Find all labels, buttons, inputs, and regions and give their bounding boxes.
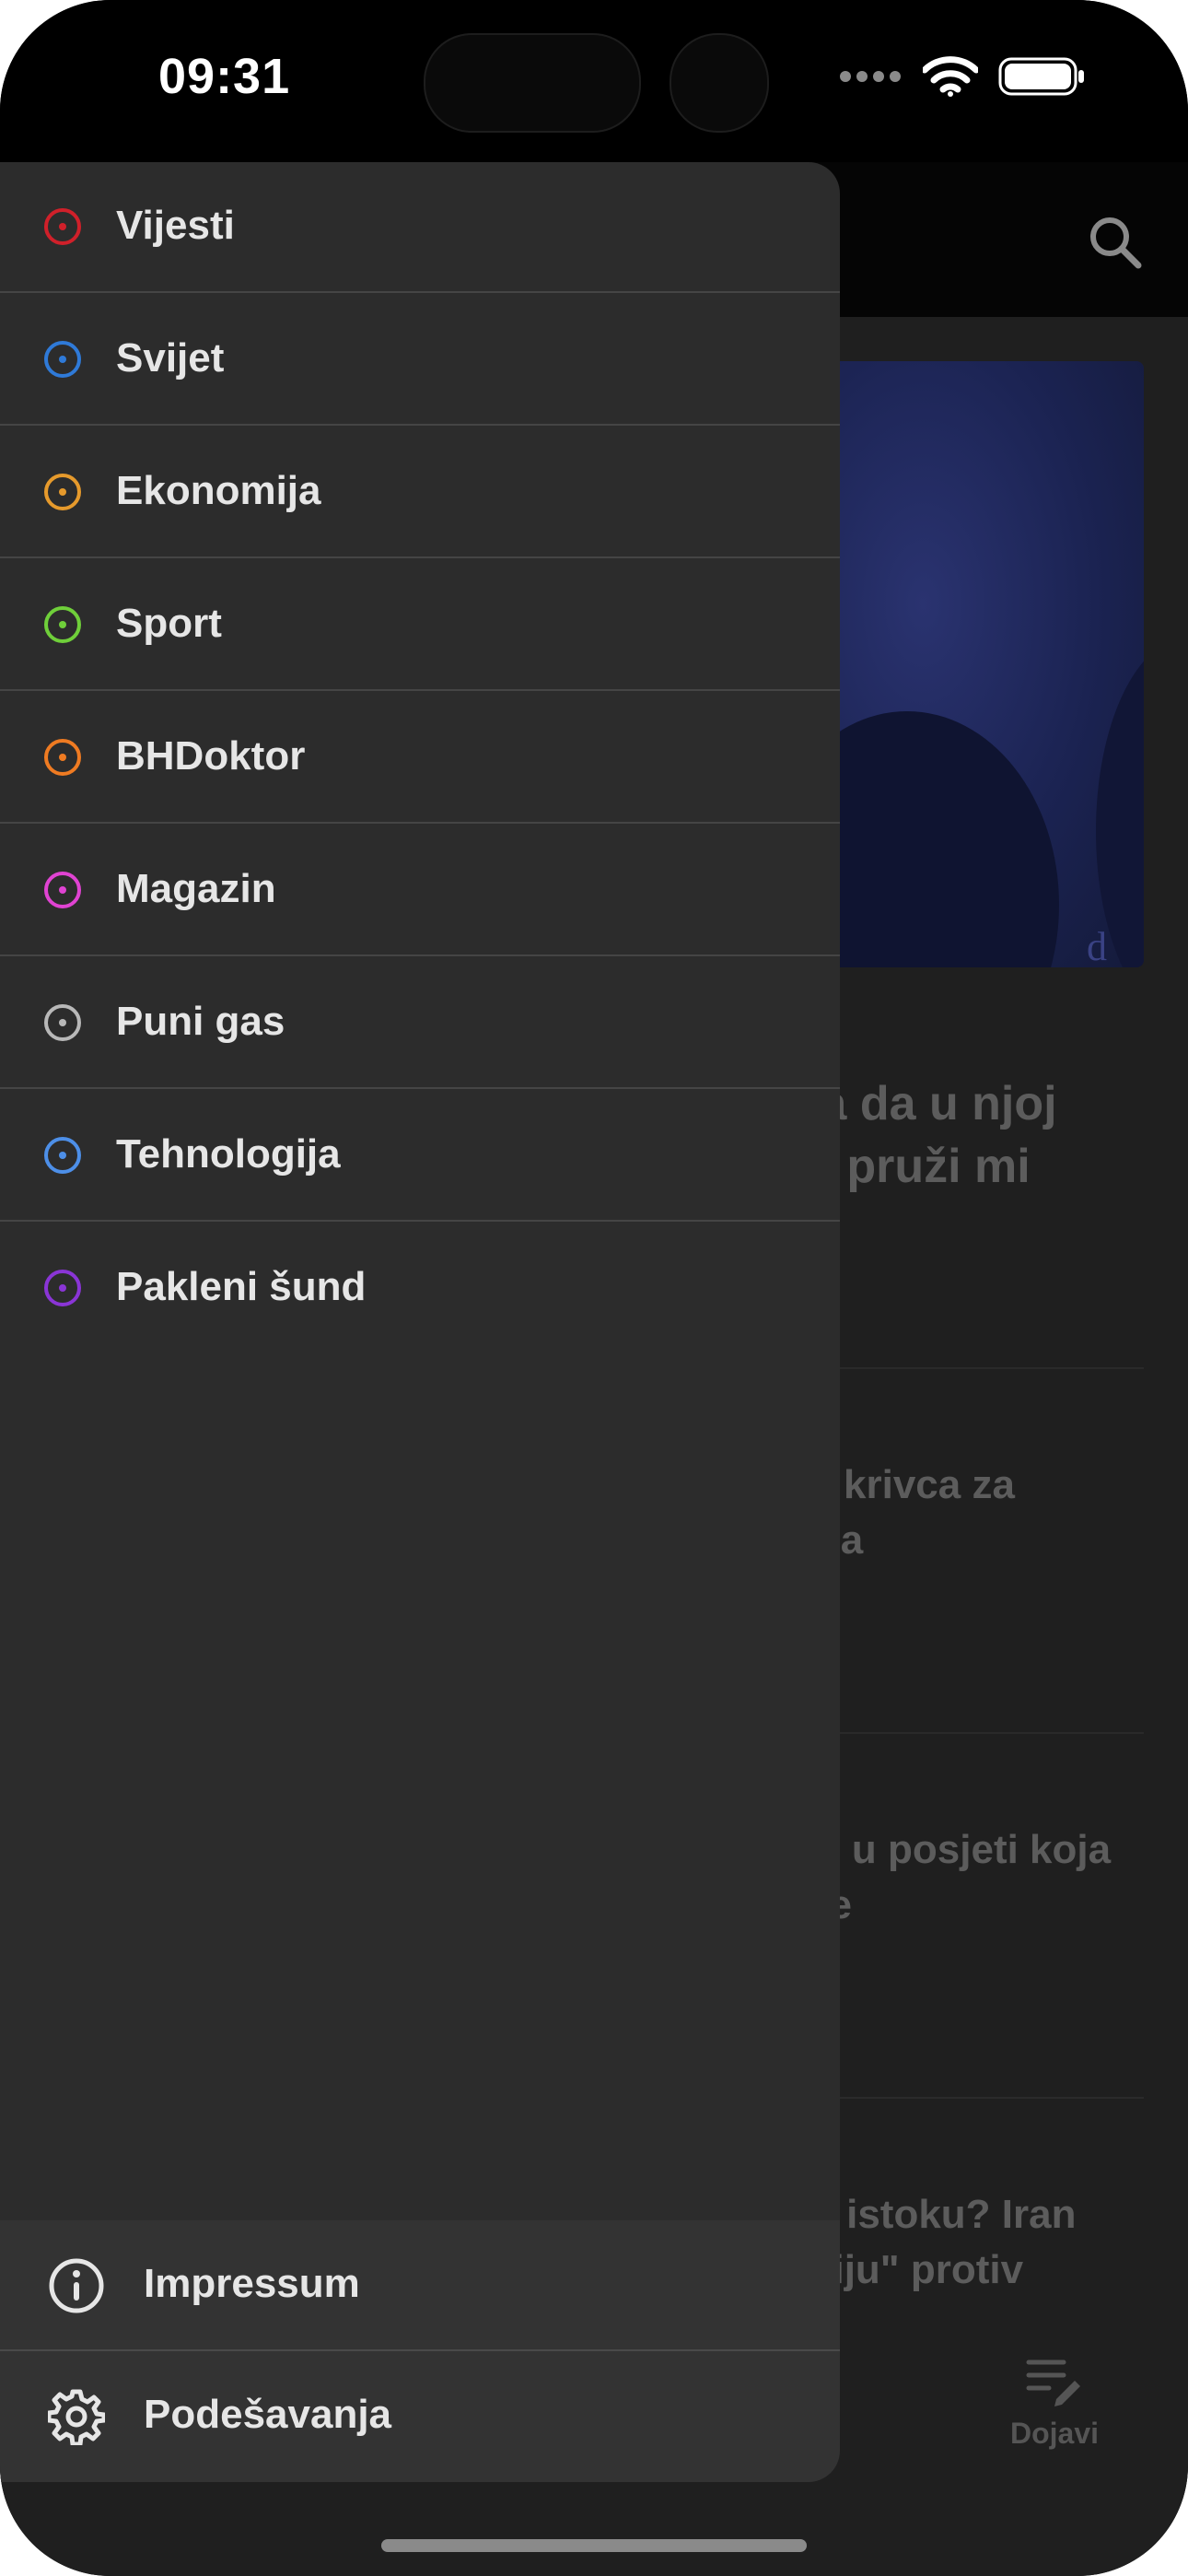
menu-item-pakleni-und[interactable]: Pakleni šund: [0, 1224, 840, 1354]
drawer-footer: Impressum Podešavanja: [0, 2220, 840, 2482]
category-dot-icon: [44, 341, 81, 378]
headline-1-line1[interactable]: ja da u njoj: [807, 1074, 1057, 1134]
menu-item-puni-gas[interactable]: Puni gas: [0, 958, 840, 1089]
menu-item-label: BHDoktor: [116, 733, 306, 779]
divider: [829, 1732, 1144, 1734]
category-dot-icon: [44, 606, 81, 643]
dynamic-island: [424, 33, 641, 133]
menu-item-label: Magazin: [116, 866, 276, 911]
navigation-drawer: Vijesti Svijet Ekonomija Sport BHDoktor Magaz…: [0, 162, 840, 2482]
menu-item-sport[interactable]: Sport: [0, 560, 840, 691]
search-icon[interactable]: [1087, 214, 1144, 271]
menu-item-label: Pakleni šund: [116, 1264, 367, 1309]
wifi-icon: [923, 56, 978, 97]
headline-1-line2[interactable]: e pruži mi: [807, 1137, 1031, 1197]
category-dot-icon: [44, 872, 81, 908]
gear-icon: [48, 2389, 105, 2445]
menu-item-bhdoktor[interactable]: BHDoktor: [0, 693, 840, 824]
divider: [829, 1367, 1144, 1369]
phone-screen: 09:31 d ja da u njoj e pruži mi krivca z…: [0, 0, 1188, 2576]
divider: [829, 2097, 1144, 2099]
status-icons: [838, 55, 1087, 98]
category-dot-icon: [44, 739, 81, 776]
tab-dojavi-label: Dojavi: [1009, 2417, 1100, 2450]
category-dot-icon: [44, 1137, 81, 1174]
menu-item-label: Puni gas: [116, 999, 285, 1044]
headline-4-line1[interactable]: n istoku? Iran: [810, 2189, 1076, 2240]
menu-item-label: Ekonomija: [116, 468, 321, 513]
category-dot-icon: [44, 1004, 81, 1041]
menu-item-label: Impressum: [144, 2261, 360, 2306]
menu-item-label: Vijesti: [116, 203, 235, 248]
menu-item-ekonomija[interactable]: Ekonomija: [0, 427, 840, 558]
headline-2-line1[interactable]: krivca za: [844, 1459, 1015, 1510]
headline-4-line2[interactable]: ciju" protiv: [810, 2244, 1023, 2295]
menu-item-label: Svijet: [116, 335, 225, 381]
menu-item-podesavanja[interactable]: Podešavanja: [0, 2351, 840, 2482]
cellular-signal-icon: [840, 71, 901, 82]
battery-icon: [998, 57, 1084, 96]
menu-item-vijesti[interactable]: Vijesti: [0, 162, 840, 293]
category-dot-icon: [44, 474, 81, 510]
home-indicator[interactable]: [381, 2539, 807, 2552]
hero-image[interactable]: d He: [829, 361, 1144, 967]
menu-item-label: Tehnologija: [116, 1131, 341, 1177]
category-dot-icon: [44, 1270, 81, 1306]
status-bar: 09:31: [0, 0, 1188, 162]
tab-dojavi[interactable]: Dojavi: [995, 2355, 1114, 2451]
hero-watermark: d He: [1087, 924, 1107, 967]
menu-item-label: Sport: [116, 601, 222, 646]
camera-cutout: [670, 33, 769, 133]
menu-item-svijet[interactable]: Svijet: [0, 295, 840, 426]
menu-item-impressum[interactable]: Impressum: [0, 2220, 840, 2351]
hero-figure-right: [1096, 638, 1144, 967]
menu-item-magazin[interactable]: Magazin: [0, 825, 840, 956]
info-icon: [49, 2258, 104, 2313]
headline-3-line1[interactable]: el u posjeti koja: [807, 1824, 1111, 1875]
compose-icon: [1026, 2359, 1080, 2406]
status-time: 09:31: [158, 49, 291, 104]
category-dot-icon: [44, 208, 81, 245]
hero-figure: [829, 711, 1059, 967]
menu-item-tehnologija[interactable]: Tehnologija: [0, 1091, 840, 1222]
menu-item-label: Podešavanja: [144, 2392, 392, 2437]
